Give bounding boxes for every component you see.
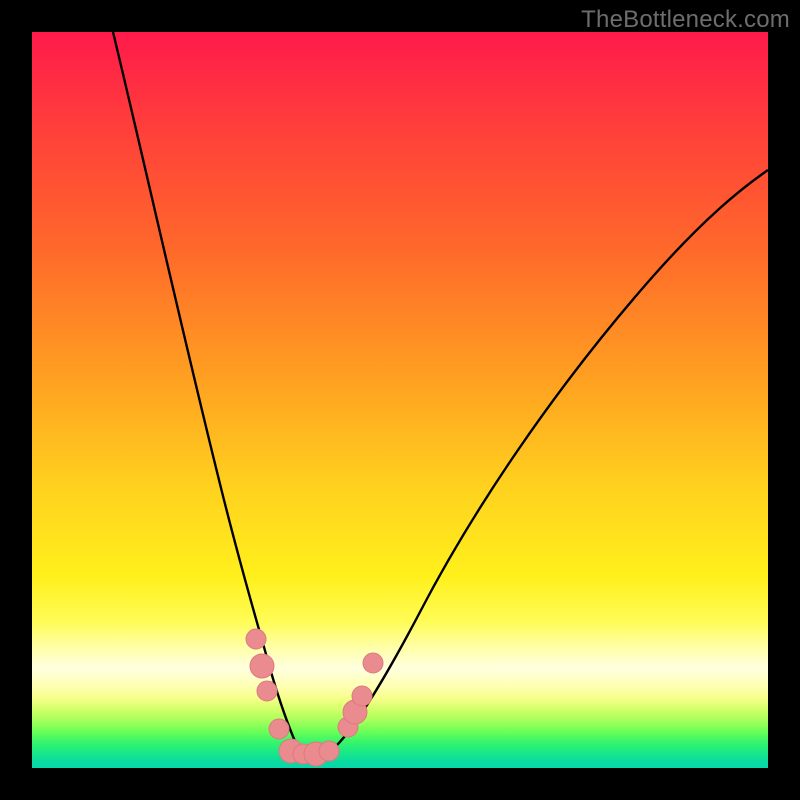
watermark-text: TheBottleneck.com xyxy=(581,6,790,34)
marker-dot xyxy=(257,681,277,701)
marker-dot xyxy=(363,653,383,673)
data-markers xyxy=(246,629,383,766)
marker-dot xyxy=(319,741,339,761)
marker-dot xyxy=(246,629,266,649)
bottleneck-curve xyxy=(32,32,768,768)
chart-frame: TheBottleneck.com xyxy=(0,0,800,800)
plot-area xyxy=(32,32,768,768)
marker-dot xyxy=(250,654,274,678)
marker-dot xyxy=(352,686,372,706)
marker-dot xyxy=(269,719,289,739)
curve-left-branch xyxy=(113,32,299,750)
